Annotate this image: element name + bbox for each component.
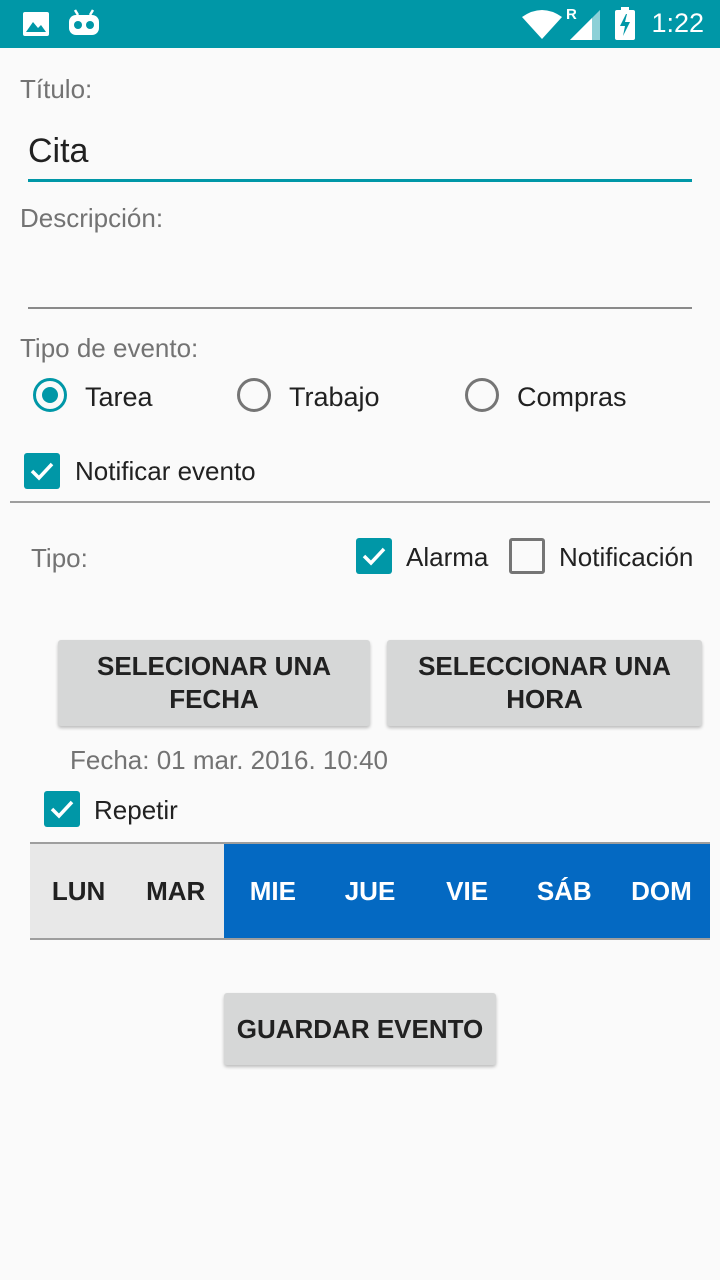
day-toggle-vie[interactable]: VIE	[418, 844, 516, 938]
checkbox-checked-icon[interactable]	[24, 453, 60, 489]
day-toggle-mar[interactable]: MAR	[127, 844, 225, 938]
description-label: Descripción:	[20, 203, 164, 233]
day-toggle-jue[interactable]: JUE	[321, 844, 419, 938]
repeat-label: Repetir	[94, 795, 178, 825]
title-input-underline	[28, 179, 692, 182]
checkbox-checked-icon[interactable]	[356, 538, 392, 574]
radio-tarea-label: Tarea	[85, 382, 153, 412]
save-event-button[interactable]: GUARDAR EVENTO	[224, 993, 496, 1065]
day-toggle-sab[interactable]: SÁB	[515, 844, 613, 938]
select-time-button-line1: SELECCIONAR UNA	[418, 651, 671, 681]
section-divider	[10, 501, 710, 503]
android-icon	[68, 9, 100, 42]
radio-unselected-icon[interactable]	[465, 378, 499, 412]
day-selector: LUN MAR MIE JUE VIE SÁB DOM	[30, 842, 710, 940]
select-date-button-line1: SELECIONAR UNA	[96, 651, 331, 681]
day-toggle-mie[interactable]: MIE	[224, 844, 322, 938]
select-date-button[interactable]: SELECIONAR UNA FECHA	[58, 640, 370, 726]
signal-icon	[570, 10, 602, 45]
notification-label: Notificación	[559, 542, 694, 572]
type-label: Tipo:	[31, 543, 88, 573]
notify-event-label: Notificar evento	[75, 456, 256, 486]
select-date-button-line2: FECHA	[169, 684, 259, 714]
select-time-button-line2: HORA	[506, 684, 583, 714]
title-label: Título:	[20, 74, 93, 104]
day-toggle-lun[interactable]: LUN	[30, 844, 128, 938]
event-type-label: Tipo de evento:	[20, 333, 199, 363]
status-bar: R 1:22	[0, 0, 720, 48]
day-toggle-dom[interactable]: DOM	[612, 844, 710, 938]
checkbox-unchecked-icon[interactable]	[509, 538, 545, 574]
description-input[interactable]	[28, 250, 692, 306]
title-input[interactable]: Cita	[28, 132, 88, 171]
radio-unselected-icon[interactable]	[237, 378, 271, 412]
radio-selected-icon[interactable]	[33, 378, 67, 412]
battery-charging-icon	[614, 7, 636, 46]
checkbox-checked-icon[interactable]	[44, 791, 80, 827]
status-time: 1:22	[651, 8, 704, 38]
select-time-button[interactable]: SELECCIONAR UNA HORA	[387, 640, 702, 726]
wifi-icon	[522, 9, 562, 44]
radio-trabajo-label: Trabajo	[289, 382, 380, 412]
alarm-label: Alarma	[406, 542, 489, 572]
radio-compras-label: Compras	[517, 382, 627, 412]
date-text: Fecha: 01 mar. 2016. 10:40	[70, 745, 388, 775]
description-input-underline	[28, 307, 692, 309]
image-icon	[22, 11, 50, 42]
